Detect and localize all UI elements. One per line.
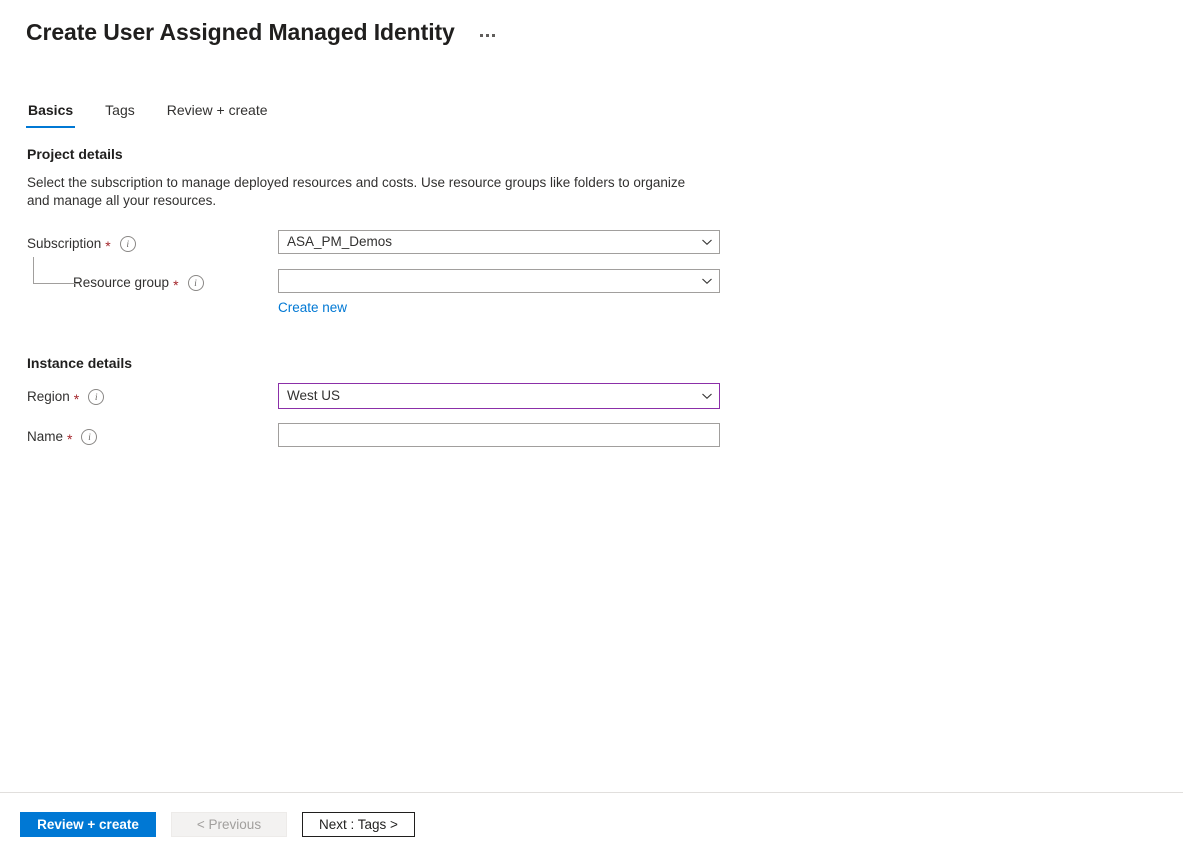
info-circle-icon[interactable]: i <box>81 429 97 445</box>
info-circle-icon[interactable]: i <box>120 236 136 252</box>
info-circle-icon[interactable]: i <box>188 275 204 291</box>
resource-group-label-group: Resource group * i <box>27 269 278 294</box>
resource-group-dropdown[interactable] <box>278 269 720 293</box>
page-title: Create User Assigned Managed Identity <box>26 17 455 47</box>
chevron-down-icon <box>701 236 713 248</box>
form-body: Project details Select the subscription … <box>27 144 1183 448</box>
footer-action-bar: Review + create < Previous Next : Tags > <box>0 792 1183 855</box>
create-new-resource-group-link[interactable]: Create new <box>278 299 347 317</box>
tab-basics-label: Basics <box>28 102 73 118</box>
region-label: Region <box>27 386 70 408</box>
review-create-button[interactable]: Review + create <box>20 812 156 837</box>
subscription-selected-value: ASA_PM_Demos <box>287 231 392 253</box>
chevron-down-icon <box>701 275 713 287</box>
previous-button[interactable]: < Previous <box>171 812 287 837</box>
resource-group-required-marker: * <box>173 280 178 290</box>
region-dropdown[interactable]: West US <box>278 383 720 409</box>
tab-tags-label: Tags <box>105 102 135 118</box>
region-control: West US <box>278 383 720 409</box>
tab-tags[interactable]: Tags <box>103 101 137 128</box>
ellipsis-horizontal-icon[interactable] <box>477 30 498 41</box>
subscription-dropdown[interactable]: ASA_PM_Demos <box>278 230 720 254</box>
ellipsis-dot <box>486 34 489 37</box>
field-row-resource-group: Resource group * i Create new <box>27 269 1183 317</box>
name-required-marker: * <box>67 434 72 444</box>
subscription-control: ASA_PM_Demos <box>278 230 720 254</box>
instance-details-heading: Instance details <box>27 353 1183 373</box>
resource-group-label: Resource group <box>73 272 169 294</box>
section-spacer <box>27 331 1183 353</box>
name-label: Name <box>27 426 63 448</box>
name-input[interactable] <box>278 423 720 447</box>
project-details-heading: Project details <box>27 144 1183 164</box>
region-selected-value: West US <box>287 385 340 407</box>
next-tags-button[interactable]: Next : Tags > <box>302 812 415 837</box>
name-control <box>278 423 720 447</box>
tab-bar: Basics Tags Review + create <box>26 98 1183 128</box>
ellipsis-dot <box>480 34 483 37</box>
field-row-name: Name * i <box>27 423 1183 448</box>
region-required-marker: * <box>74 394 79 404</box>
tab-review-create[interactable]: Review + create <box>165 101 270 128</box>
tab-basics[interactable]: Basics <box>26 101 75 128</box>
project-details-description: Select the subscription to manage deploy… <box>27 174 689 210</box>
subscription-label: Subscription <box>27 233 101 255</box>
field-row-subscription: Subscription * i ASA_PM_Demos <box>27 230 1183 255</box>
field-row-region: Region * i West US <box>27 383 1183 409</box>
tab-review-create-label: Review + create <box>167 102 268 118</box>
chevron-down-icon <box>701 390 713 402</box>
ellipsis-dot <box>492 34 495 37</box>
page-header: Create User Assigned Managed Identity <box>0 0 1183 52</box>
resource-group-control: Create new <box>278 269 720 317</box>
subscription-required-marker: * <box>105 241 110 251</box>
region-label-group: Region * i <box>27 383 278 408</box>
name-label-group: Name * i <box>27 423 278 448</box>
info-circle-icon[interactable]: i <box>88 389 104 405</box>
subscription-label-group: Subscription * i <box>27 230 278 255</box>
